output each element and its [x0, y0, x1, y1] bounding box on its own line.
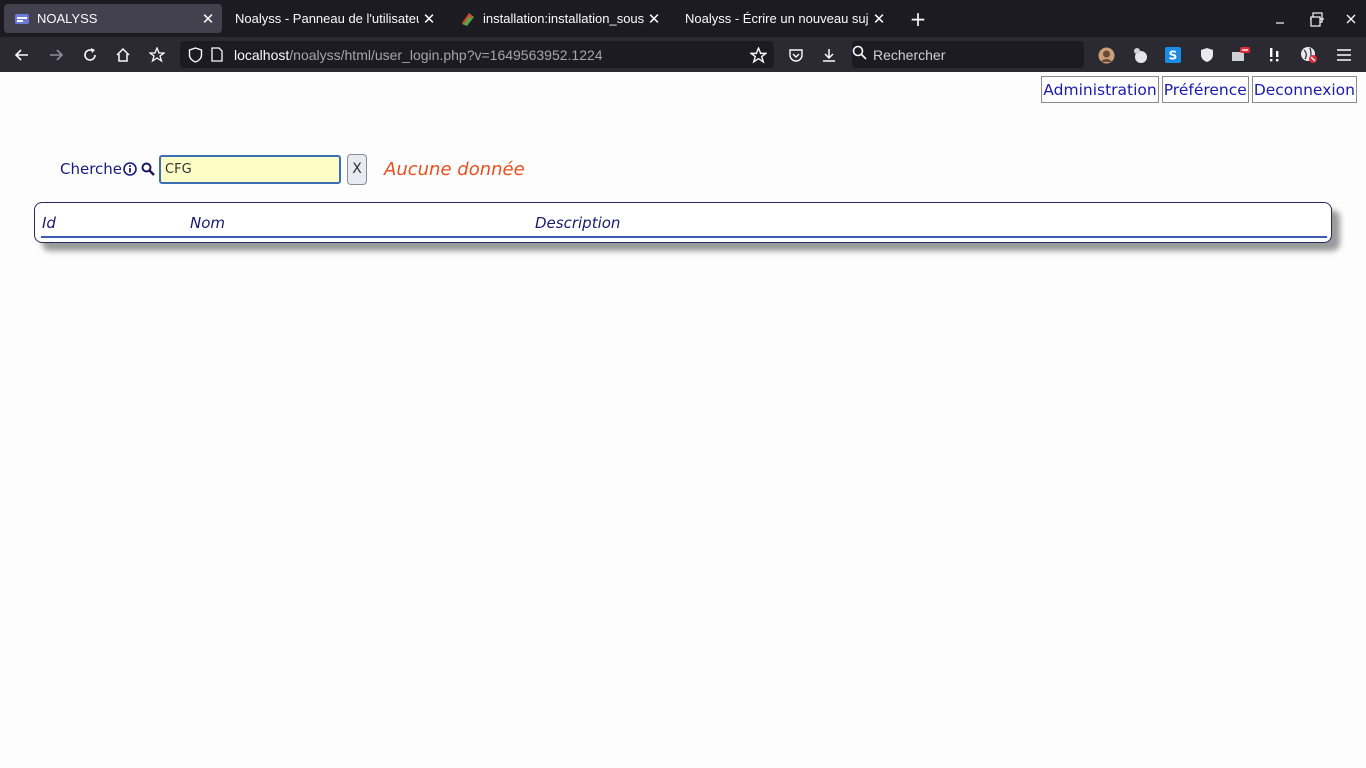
extension-notify-icon[interactable]	[1231, 45, 1251, 65]
tab-noalyss[interactable]: NOALYSS ✕	[4, 4, 222, 33]
tab-close-icon[interactable]: ✕	[644, 9, 664, 29]
results-table: Id Nom Description	[34, 202, 1332, 243]
header-underline	[41, 236, 1327, 238]
administration-link[interactable]: Administration	[1041, 76, 1159, 103]
tab-close-icon[interactable]: ✕	[198, 9, 218, 29]
menu-hamburger-icon[interactable]	[1334, 45, 1354, 65]
nav-bar: localhost/noalyss/html/user_login.php?v=…	[0, 37, 1366, 72]
deconnexion-link[interactable]: Deconnexion	[1251, 76, 1357, 103]
info-icon[interactable]	[123, 162, 137, 176]
tab-nouveau-sujet[interactable]: Noalyss - Écrire un nouveau sujet ✕	[675, 4, 893, 33]
column-header-nom[interactable]: Nom	[190, 214, 225, 232]
forward-icon[interactable]	[43, 42, 69, 68]
url-bar[interactable]: localhost/noalyss/html/user_login.php?v=…	[180, 41, 774, 68]
home-icon[interactable]	[110, 42, 136, 68]
bookmark-star-icon[interactable]	[748, 45, 768, 65]
extension-s-icon[interactable]: S	[1163, 45, 1183, 65]
magnifier-icon[interactable]	[141, 162, 155, 176]
web-search-input[interactable]	[873, 46, 1063, 63]
tab-close-icon[interactable]: ✕	[419, 9, 439, 29]
restore-icon[interactable]	[1306, 8, 1328, 30]
back-icon[interactable]	[9, 42, 35, 68]
preference-link[interactable]: Préférence	[1161, 76, 1249, 103]
bookmark-manager-icon[interactable]	[144, 42, 170, 68]
clear-search-button[interactable]: X	[347, 153, 368, 185]
close-window-icon[interactable]	[1340, 8, 1362, 30]
tab-title: Noalyss - Panneau de l'utilisateur	[235, 11, 419, 26]
url-host: localhost	[234, 46, 290, 63]
profile-avatar-icon[interactable]	[1096, 45, 1116, 65]
tab-panneau-utilisateur[interactable]: Noalyss - Panneau de l'utilisateur ✕	[225, 4, 443, 33]
no-data-message: Aucune donnée	[384, 158, 525, 180]
extension-alert-icon[interactable]	[1265, 45, 1285, 65]
new-tab-button[interactable]: +	[906, 7, 930, 31]
extension-ublock-icon[interactable]	[1197, 45, 1217, 65]
pocket-icon[interactable]	[783, 42, 809, 68]
tab-installation[interactable]: installation:installation_sous_windows ✕	[450, 4, 668, 33]
search-input[interactable]	[159, 154, 342, 184]
search-label: Cherche	[60, 160, 123, 178]
tab-title: installation:installation_sous_windows	[483, 11, 644, 26]
search-icon	[852, 45, 867, 64]
column-header-description[interactable]: Description	[535, 214, 620, 232]
tab-strip: NOALYSS ✕ Noalyss - Panneau de l'utilisa…	[0, 0, 1366, 37]
page-icon[interactable]	[208, 46, 226, 64]
tab-close-icon[interactable]: ✕	[869, 9, 889, 29]
extension-globe-blocked-icon[interactable]	[1299, 45, 1319, 65]
extension-orb-icon[interactable]	[1130, 45, 1150, 65]
url-text[interactable]: localhost/noalyss/html/user_login.php?v=…	[234, 47, 603, 63]
column-header-id[interactable]: Id	[42, 214, 56, 232]
svg-text:S: S	[1169, 49, 1178, 63]
wiki-favicon-icon	[460, 11, 476, 27]
noalyss-favicon-icon	[14, 11, 30, 27]
tab-title: NOALYSS	[37, 11, 98, 26]
reload-icon[interactable]	[77, 42, 103, 68]
tab-title: Noalyss - Écrire un nouveau sujet	[685, 11, 869, 26]
url-path: /noalyss/html/user_login.php?v=164956395…	[289, 46, 603, 63]
search-row: Cherche X Aucune donnée	[60, 153, 525, 185]
web-search-bar[interactable]	[852, 41, 1084, 68]
top-menu: Administration Préférence Deconnexion	[1041, 76, 1357, 103]
shield-icon[interactable]	[186, 46, 204, 64]
minimize-icon[interactable]	[1269, 8, 1291, 30]
download-icon[interactable]	[816, 42, 842, 68]
